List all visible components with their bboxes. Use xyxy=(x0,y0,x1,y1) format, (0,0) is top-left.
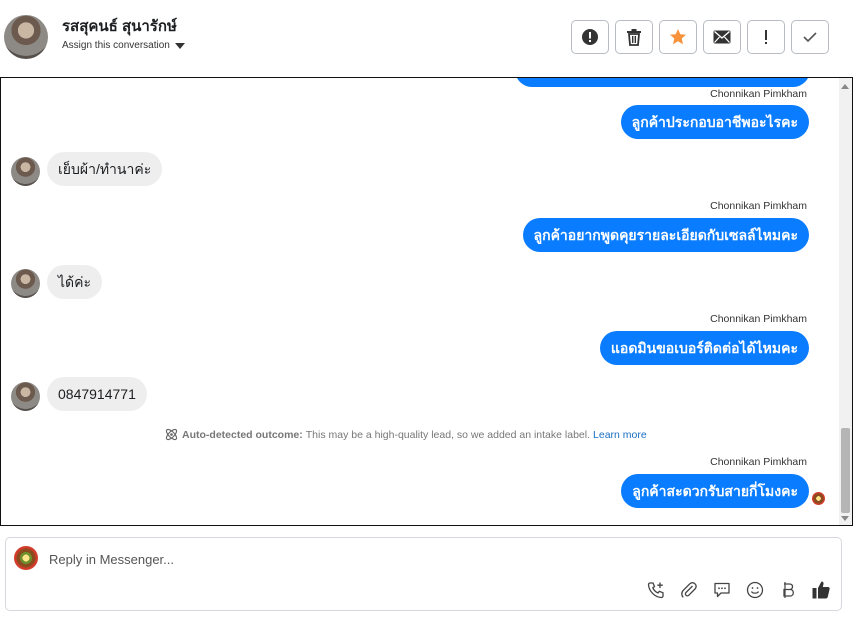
mark-done-button[interactable] xyxy=(791,20,829,54)
contact-name[interactable]: รสสุคนธ์ สุนารักษ์ xyxy=(62,14,177,38)
thumbs-up-button[interactable] xyxy=(810,579,831,600)
seen-indicator-avatar xyxy=(812,492,825,505)
check-icon xyxy=(803,32,817,43)
smiley-icon xyxy=(746,581,763,598)
mark-unread-button[interactable] xyxy=(703,20,741,54)
scroll-down-arrow-icon[interactable] xyxy=(841,516,849,521)
reply-composer xyxy=(5,537,842,611)
phone-plus-icon xyxy=(647,581,664,598)
learn-more-link[interactable]: Learn more xyxy=(593,429,647,441)
sender-name: Chonnikan Pimkham xyxy=(710,88,807,100)
chat-bubble-icon xyxy=(713,582,730,597)
exclamation-icon xyxy=(765,30,767,44)
incoming-message: 0847914771 xyxy=(47,377,147,411)
outcome-label: Auto-detected outcome: xyxy=(182,428,303,441)
trash-icon xyxy=(627,29,641,46)
star-button[interactable] xyxy=(659,20,697,54)
emoji-button[interactable] xyxy=(744,579,765,600)
composer-actions xyxy=(645,579,831,600)
paperclip-icon xyxy=(680,581,697,598)
conversation-header: รสสุคนธ์ สุนารักษ์ Assign this conversat… xyxy=(0,0,851,77)
call-add-button[interactable] xyxy=(645,579,666,600)
auto-detected-outcome-notice: Auto-detected outcome: This may be a hig… xyxy=(164,427,647,442)
reply-input[interactable] xyxy=(49,549,609,569)
outgoing-message: ลูกค้าประกอบอาชีพอะไรคะ xyxy=(620,105,809,139)
alert-circle-icon xyxy=(582,29,598,45)
message-bubble-partial xyxy=(515,78,810,87)
sender-name: Chonnikan Pimkham xyxy=(710,313,807,325)
delete-button[interactable] xyxy=(615,20,653,54)
follow-up-button[interactable] xyxy=(747,20,785,54)
contact-avatar[interactable] xyxy=(4,15,48,59)
attach-button[interactable] xyxy=(678,579,699,600)
conversation-toolbar xyxy=(571,20,829,54)
customer-avatar[interactable] xyxy=(11,382,40,411)
star-icon xyxy=(670,29,686,45)
saved-replies-button[interactable] xyxy=(711,579,732,600)
assign-label: Assign this conversation xyxy=(62,40,170,51)
baht-icon xyxy=(782,581,794,598)
outcome-text: This may be a high-quality lead, so we a… xyxy=(305,428,591,441)
sender-name: Chonnikan Pimkham xyxy=(710,456,807,468)
incoming-message: เย็บผ้า/ทำนาค่ะ xyxy=(47,152,163,186)
scroll-thumb[interactable] xyxy=(841,428,850,513)
sender-name: Chonnikan Pimkham xyxy=(710,200,807,212)
outgoing-message: แอดมินขอเบอร์ติดต่อได้ไหมคะ xyxy=(599,331,809,365)
envelope-icon xyxy=(713,30,731,44)
thumbs-up-icon xyxy=(812,581,830,598)
thread-scrollbar[interactable] xyxy=(839,78,852,525)
customer-avatar[interactable] xyxy=(11,157,40,186)
spam-button[interactable] xyxy=(571,20,609,54)
message-thread[interactable]: Chonnikan Pimkham ลูกค้าประกอบอาชีพอะไรค… xyxy=(0,77,853,526)
scroll-up-arrow-icon[interactable] xyxy=(841,84,849,89)
atom-icon xyxy=(165,428,178,441)
caret-down-icon xyxy=(174,42,185,49)
outgoing-message: ลูกค้าอยากพูดคุยรายละเอียดกับเซลล์ไหมคะ xyxy=(522,218,809,252)
incoming-message: ได้ค่ะ xyxy=(47,265,103,299)
payment-button[interactable] xyxy=(777,579,798,600)
assign-conversation-dropdown[interactable]: Assign this conversation xyxy=(62,40,185,51)
page-avatar xyxy=(14,546,38,570)
outgoing-message: ลูกค้าสะดวกรับสายกี่โมงคะ xyxy=(621,474,809,508)
customer-avatar[interactable] xyxy=(11,269,40,298)
